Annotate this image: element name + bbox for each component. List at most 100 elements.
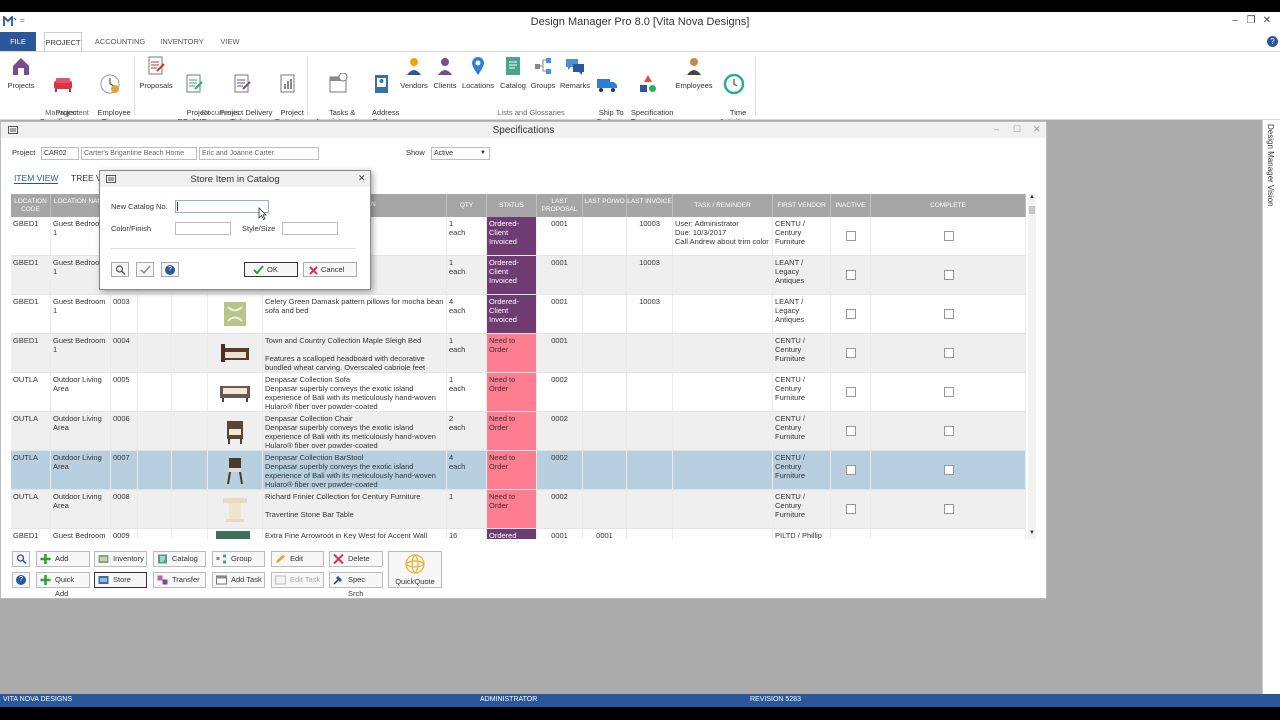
spec-minimize-icon[interactable]: –	[994, 124, 999, 134]
side-panel-label: Design Manager Vision	[1266, 124, 1275, 207]
inactive-checkbox[interactable]	[846, 231, 856, 241]
item-thumbnail[interactable]	[218, 455, 252, 485]
group-button[interactable]: Group	[212, 551, 265, 567]
catalog-no-input[interactable]	[175, 200, 269, 213]
inactive-checkbox[interactable]	[846, 504, 856, 514]
col-task[interactable]: TASK / REMINDER	[673, 194, 773, 217]
col-location-code[interactable]: LOCATION CODE	[11, 194, 51, 217]
ribbon-groups-button[interactable]: Groups	[528, 55, 558, 90]
catalog-button[interactable]: Catalog	[153, 551, 206, 567]
delete-button[interactable]: Delete	[329, 551, 383, 567]
complete-checkbox[interactable]	[944, 270, 954, 280]
item-thumbnail[interactable]	[218, 416, 252, 446]
col-qty[interactable]: QTY	[447, 194, 487, 217]
add-task-button[interactable]: Add Task	[212, 572, 265, 588]
help-icon[interactable]: ?	[1267, 36, 1278, 47]
tab-tree-view[interactable]: TREE V	[71, 173, 102, 183]
quick-add-button[interactable]: Quick Add	[36, 572, 90, 598]
table-row[interactable]: OUTLA Outdoor Living Area 0005 Denpasar Col…	[11, 373, 1026, 412]
col-last-invoice[interactable]: LAST INVOICE	[627, 194, 673, 217]
ribbon-locations-button[interactable]: Locations	[460, 55, 496, 90]
complete-checkbox[interactable]	[944, 504, 954, 514]
tab-inventory[interactable]: INVENTORY	[158, 32, 206, 51]
ribbon-proposals-button[interactable]: Proposals	[137, 55, 175, 90]
inactive-checkbox[interactable]	[846, 387, 856, 397]
item-thumbnail[interactable]	[218, 299, 252, 329]
dialog-cancel-button[interactable]: Cancel	[303, 262, 357, 277]
table-row[interactable]: GBED1 Guest Bedroom 0009 Extra Fine Arrowro…	[11, 529, 1026, 539]
search-button[interactable]	[12, 551, 30, 567]
ribbon-label: Employees	[675, 81, 713, 90]
table-row[interactable]: OUTLA Outdoor Living Area 0006 Denpasar Col…	[11, 412, 1026, 451]
col-inactive[interactable]: INACTIVE	[831, 194, 871, 217]
item-thumbnail[interactable]	[218, 338, 252, 368]
complete-checkbox[interactable]	[944, 348, 954, 358]
color-finish-input[interactable]	[175, 222, 231, 235]
tab-project[interactable]: PROJECT	[44, 32, 82, 51]
item-thumbnail[interactable]	[218, 377, 252, 407]
ribbon-remarks-button[interactable]: Remarks	[558, 55, 592, 90]
ribbon-employees-button[interactable]: Employees	[672, 55, 716, 90]
spec-close-icon[interactable]: ✕	[1033, 124, 1041, 135]
store-button[interactable]: Store	[94, 572, 147, 588]
inactive-checkbox[interactable]	[846, 309, 856, 319]
ribbon-label: Groups	[530, 81, 556, 90]
cell-status-badge: Ordered-Client Invoiced	[487, 256, 537, 294]
tab-item-view[interactable]: ITEM VIEW	[14, 173, 59, 184]
table-row[interactable]: GBED1 Guest Bedroom 1 0004 Town and Country…	[11, 334, 1026, 373]
spec-search-button[interactable]: Spec Srch	[329, 572, 383, 598]
col-last-powo[interactable]: LAST PO/WO	[583, 194, 627, 217]
tab-view[interactable]: VIEW	[216, 32, 244, 51]
col-status[interactable]: STATUS	[487, 194, 537, 217]
inactive-checkbox[interactable]	[846, 426, 856, 436]
inactive-checkbox[interactable]	[846, 270, 856, 280]
inactive-checkbox[interactable]	[846, 465, 856, 475]
dialog-search-button[interactable]	[111, 262, 129, 277]
address-book-icon	[375, 75, 388, 93]
quickquote-button[interactable]: QuickQuote	[388, 551, 442, 588]
ribbon-vendors-button[interactable]: Vendors	[398, 55, 430, 90]
item-thumbnail[interactable]	[218, 494, 252, 524]
col-complete[interactable]: COMPLETE	[871, 194, 1026, 217]
complete-checkbox[interactable]	[944, 309, 954, 319]
scroll-thumb[interactable]	[1029, 206, 1035, 214]
inventory-button[interactable]: Inventory	[94, 551, 147, 567]
tab-file[interactable]: FILE	[0, 32, 36, 51]
ribbon-catalog-button[interactable]: Catalog	[496, 55, 530, 90]
status-user: ADMINISTRATOR	[480, 696, 538, 703]
col-first-vendor[interactable]: FIRST VENDOR	[773, 194, 831, 217]
add-button[interactable]: Add	[36, 551, 90, 567]
transfer-button[interactable]: Transfer	[153, 572, 206, 588]
tab-accounting[interactable]: ACCOUNTING	[92, 32, 148, 51]
dialog-spellcheck-button[interactable]	[136, 262, 154, 277]
table-row[interactable]: OUTLA Outdoor Living Area 0007 Denpasar Col…	[11, 451, 1026, 490]
show-dropdown[interactable]: Active ▼	[431, 147, 490, 160]
complete-checkbox[interactable]	[944, 387, 954, 397]
side-panel[interactable]: Design Manager Vision	[1262, 120, 1280, 694]
table-row[interactable]: OUTLA Outdoor Living Area 0008 Richard Frin…	[11, 490, 1026, 529]
complete-checkbox[interactable]	[944, 426, 954, 436]
dialog-ok-button[interactable]: OK	[244, 262, 298, 277]
edit-button[interactable]: Edit	[271, 551, 324, 567]
scroll-up-icon[interactable]: ▲	[1029, 194, 1035, 200]
complete-checkbox[interactable]	[944, 231, 954, 241]
inactive-checkbox[interactable]	[846, 348, 856, 358]
grid-scrollbar[interactable]: ▲ ▼	[1028, 194, 1036, 539]
ribbon-label: Proposals	[139, 81, 173, 90]
dialog-help-button[interactable]: ?	[161, 262, 179, 277]
table-row[interactable]: GBED1 Guest Bedroom 1 0003 Celery Green Dam…	[11, 295, 1026, 334]
project-code-field[interactable]: CAR02	[41, 147, 79, 160]
col-last-proposal[interactable]: LAST PROPOSAL	[537, 194, 583, 217]
scroll-down-icon[interactable]: ▼	[1029, 530, 1035, 536]
item-thumbnail[interactable]	[216, 529, 250, 539]
edit-task-button[interactable]: Edit Task	[271, 572, 324, 588]
spec-maximize-icon[interactable]: ☐	[1013, 124, 1021, 135]
dialog-close-icon[interactable]: ✕	[358, 173, 366, 184]
complete-checkbox[interactable]	[944, 465, 954, 475]
ribbon-projects-button[interactable]: Projects	[4, 55, 38, 90]
ribbon-clients-button[interactable]: Clients	[430, 55, 460, 90]
style-size-input[interactable]	[282, 222, 338, 235]
ribbon-label: Catalog	[500, 81, 526, 90]
help-button[interactable]: ?	[12, 572, 30, 588]
close-icon[interactable]: ✕	[1258, 15, 1276, 26]
